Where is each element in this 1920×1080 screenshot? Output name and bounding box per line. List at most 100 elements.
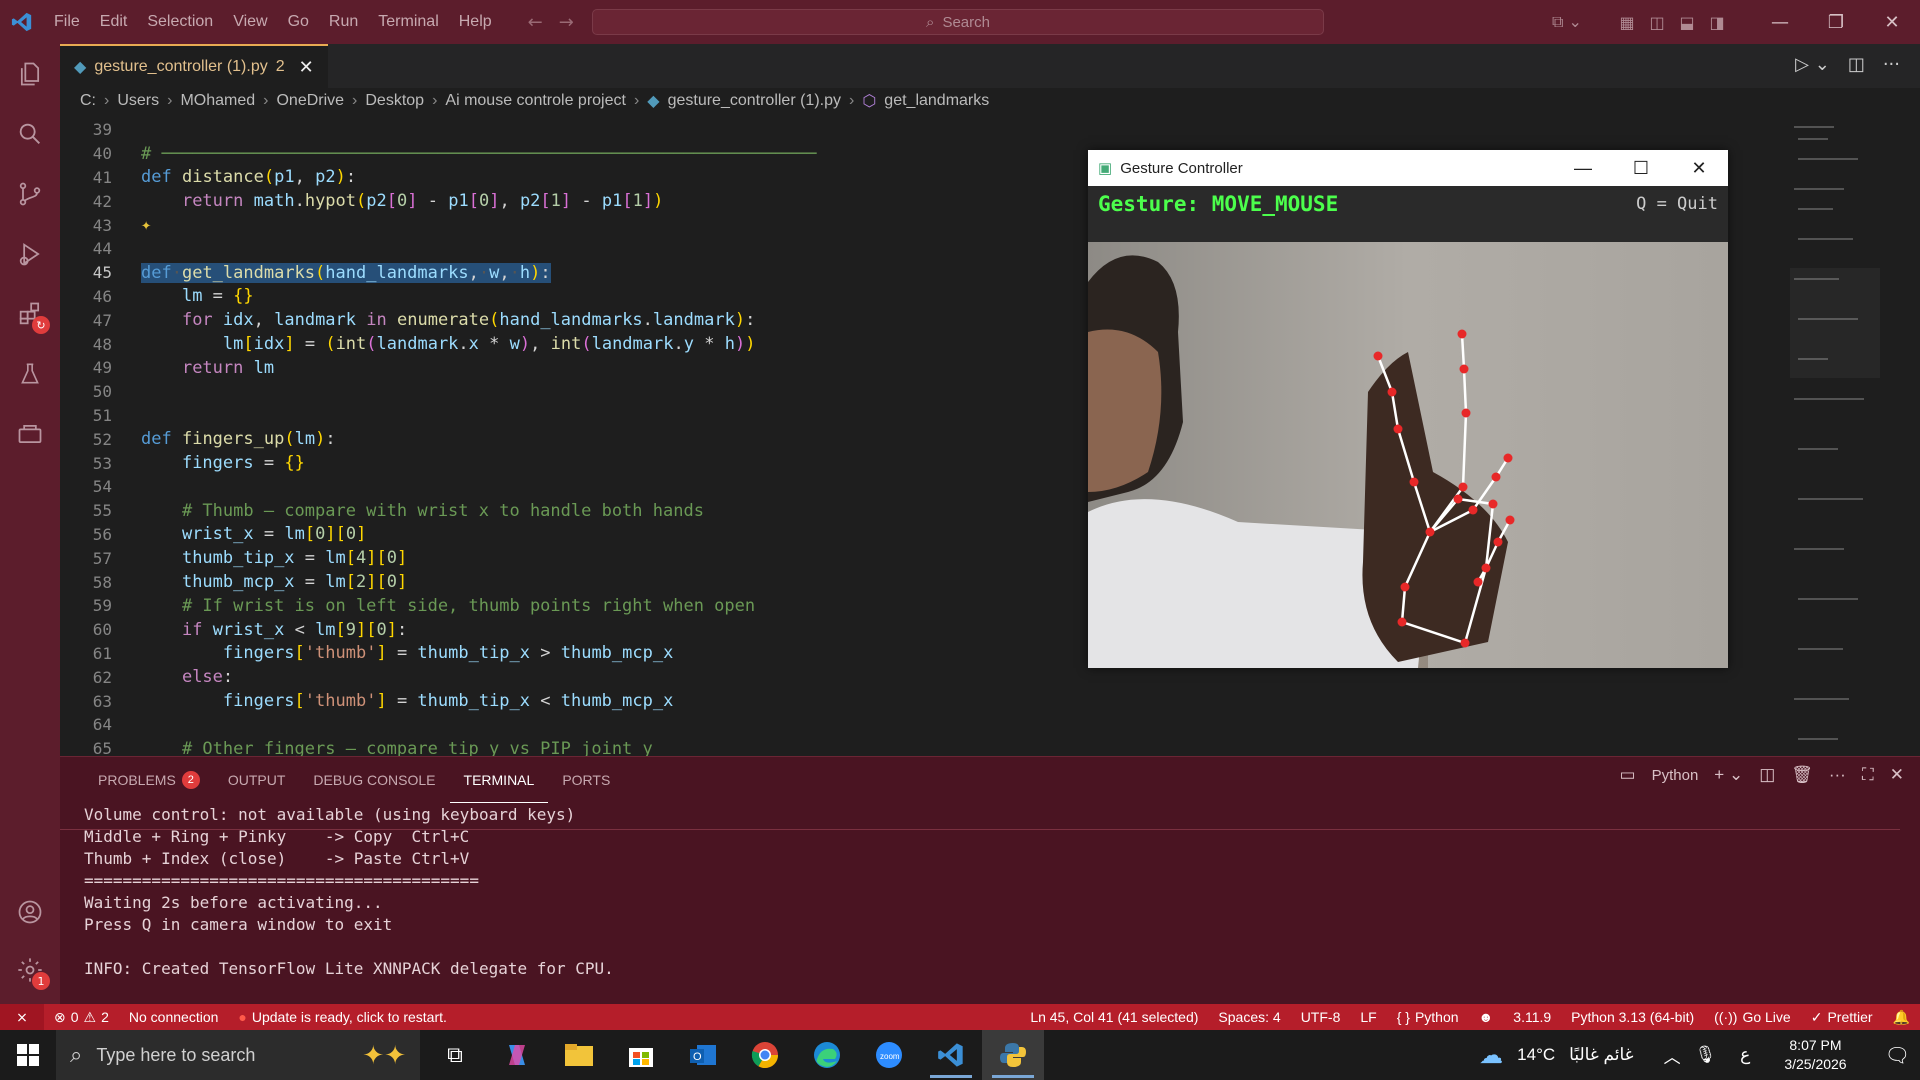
menu-edit[interactable]: Edit: [90, 13, 138, 31]
close-icon[interactable]: ✕: [1670, 150, 1728, 186]
python-interpreter[interactable]: Python 3.13 (64-bit): [1561, 1004, 1704, 1030]
back-arrow-icon[interactable]: ←: [528, 12, 543, 33]
indentation[interactable]: Spaces: 4: [1208, 1004, 1290, 1030]
line-number: 54: [92, 477, 112, 497]
minimize-icon[interactable]: —: [1752, 0, 1808, 44]
run-python-file-icon[interactable]: ▷ ⌄: [1795, 54, 1830, 75]
manage-gear-icon[interactable]: 1: [0, 940, 60, 1000]
copilot-icon[interactable]: ⧉ ⌄: [1552, 7, 1582, 37]
update-notice[interactable]: ● Update is ready, click to restart.: [228, 1004, 457, 1030]
forward-arrow-icon[interactable]: →: [559, 12, 574, 33]
vscode-taskbar-icon[interactable]: [920, 1030, 982, 1080]
breadcrumb-drive[interactable]: C:: [80, 92, 96, 110]
breadcrumb-file[interactable]: gesture_controller (1).py: [668, 92, 841, 110]
maximize-icon[interactable]: ☐: [1612, 150, 1670, 186]
breadcrumb-desktop[interactable]: Desktop: [365, 92, 424, 110]
customize-layout-icon[interactable]: ▦: [1612, 7, 1642, 37]
line-number: 59: [92, 596, 112, 616]
cursor-position[interactable]: Ln 45, Col 41 (41 selected): [1020, 1004, 1208, 1030]
breadcrumb-users[interactable]: Users: [117, 92, 159, 110]
encoding[interactable]: UTF-8: [1291, 1004, 1351, 1030]
minimize-icon[interactable]: —: [1554, 150, 1612, 186]
split-terminal-icon[interactable]: ◫: [1759, 765, 1775, 785]
source-control-icon[interactable]: [0, 164, 60, 224]
explorer-icon[interactable]: [0, 44, 60, 104]
tab-output[interactable]: OUTPUT: [214, 757, 300, 803]
toggle-sidebar-icon[interactable]: ◫: [1642, 7, 1672, 37]
task-view-icon[interactable]: ⧉: [424, 1030, 486, 1080]
terminal-shell-name[interactable]: Python: [1652, 767, 1699, 784]
menu-terminal[interactable]: Terminal: [368, 13, 448, 31]
tab-terminal[interactable]: TERMINAL: [449, 757, 549, 803]
menu-run[interactable]: Run: [319, 13, 368, 31]
edge-icon[interactable]: [796, 1030, 858, 1080]
weather-condition[interactable]: غائم غالبًا: [1569, 1045, 1633, 1065]
kill-terminal-icon[interactable]: 🗑: [1791, 765, 1813, 785]
prettier[interactable]: ✓ Prettier: [1801, 1004, 1883, 1030]
python-version[interactable]: 3.11.9: [1503, 1004, 1561, 1030]
toggle-secondary-sidebar-icon[interactable]: ◨: [1702, 7, 1732, 37]
toggle-panel-icon[interactable]: ⬓: [1672, 7, 1702, 37]
menu-selection[interactable]: Selection: [137, 13, 223, 31]
menu-view[interactable]: View: [223, 13, 277, 31]
language-mode[interactable]: { } Python: [1387, 1004, 1469, 1030]
tab-close-icon[interactable]: ✕: [299, 57, 314, 78]
minimap[interactable]: [1790, 118, 1880, 758]
search-view-icon[interactable]: [0, 104, 60, 164]
chrome-icon[interactable]: [734, 1030, 796, 1080]
file-explorer-icon[interactable]: [548, 1030, 610, 1080]
close-panel-icon[interactable]: ✕: [1890, 765, 1904, 785]
remote-explorer-icon[interactable]: [0, 404, 60, 464]
close-window-icon[interactable]: ✕: [1864, 0, 1920, 44]
tab-debug-console[interactable]: DEBUG CONSOLE: [299, 757, 449, 803]
terminal-line: Thumb + Index (close) -> Paste Ctrl+V: [84, 848, 470, 868]
run-debug-icon[interactable]: [0, 224, 60, 284]
menu-file[interactable]: File: [44, 13, 90, 31]
taskbar-search[interactable]: ⌕ Type here to search ✦✦: [56, 1030, 420, 1080]
microphone-icon[interactable]: 🎙: [1695, 1045, 1717, 1065]
breadcrumb-user[interactable]: MOhamed: [180, 92, 255, 110]
command-center-search[interactable]: ⌕ Search: [592, 9, 1324, 35]
windows-start-icon[interactable]: [0, 1030, 56, 1080]
new-terminal-icon[interactable]: + ⌄: [1714, 765, 1743, 785]
tab-ports[interactable]: PORTS: [548, 757, 624, 803]
testing-icon[interactable]: [0, 344, 60, 404]
restore-icon[interactable]: ❐: [1808, 0, 1864, 44]
split-editor-icon[interactable]: ◫: [1848, 54, 1865, 75]
input-language[interactable]: ع: [1740, 1045, 1750, 1065]
clock[interactable]: 8:07 PM 3/25/2026: [1784, 1036, 1846, 1074]
line-number: 48: [92, 334, 112, 354]
accounts-icon[interactable]: [0, 882, 60, 942]
breadcrumb-project[interactable]: Ai mouse controle project: [445, 92, 626, 110]
tab-gesture-controller[interactable]: ◆ gesture_controller (1).py 2 ✕: [60, 44, 328, 88]
zoom-icon[interactable]: zoom: [858, 1030, 920, 1080]
menu-go[interactable]: Go: [278, 13, 319, 31]
show-hidden-icons-icon[interactable]: ︿: [1664, 1043, 1681, 1068]
go-live[interactable]: ((·)) Go Live: [1704, 1004, 1801, 1030]
tab-problems[interactable]: PROBLEMS 2: [84, 757, 214, 803]
breadcrumb-symbol[interactable]: get_landmarks: [884, 92, 989, 110]
breadcrumb-onedrive[interactable]: OneDrive: [276, 92, 344, 110]
copilot-app-icon[interactable]: [486, 1030, 548, 1080]
outlook-icon[interactable]: O: [672, 1030, 734, 1080]
end-of-line[interactable]: LF: [1350, 1004, 1386, 1030]
remote-indicator-icon[interactable]: ⨯: [0, 1004, 44, 1030]
python-taskbar-icon[interactable]: [982, 1030, 1044, 1080]
sparkle-icon[interactable]: ✦: [141, 215, 151, 235]
extensions-icon[interactable]: ↻: [0, 284, 60, 344]
notification-center-icon[interactable]: 🗨: [1885, 1043, 1910, 1068]
weather-temperature[interactable]: 14°C: [1517, 1045, 1555, 1065]
code-number: 0: [478, 191, 490, 212]
copilot-status-icon[interactable]: ☻: [1469, 1004, 1504, 1030]
notifications-bell-icon[interactable]: 🔔: [1883, 1004, 1920, 1030]
menu-help[interactable]: Help: [449, 13, 502, 31]
terminal-shell-icon: ▭: [1619, 765, 1636, 784]
problems-status[interactable]: ⊗ 0 ⚠ 2: [44, 1004, 119, 1030]
microsoft-store-icon[interactable]: [610, 1030, 672, 1080]
more-actions-icon[interactable]: ···: [1883, 54, 1900, 75]
weather-icon[interactable]: ☁: [1479, 1041, 1503, 1070]
connection-status[interactable]: No connection: [119, 1004, 229, 1030]
maximize-panel-icon[interactable]: ⛶: [1862, 765, 1874, 785]
more-actions-icon[interactable]: ···: [1829, 765, 1846, 785]
gesture-controller-window[interactable]: ▣ Gesture Controller — ☐ ✕ Gesture: MOVE…: [1088, 150, 1728, 668]
